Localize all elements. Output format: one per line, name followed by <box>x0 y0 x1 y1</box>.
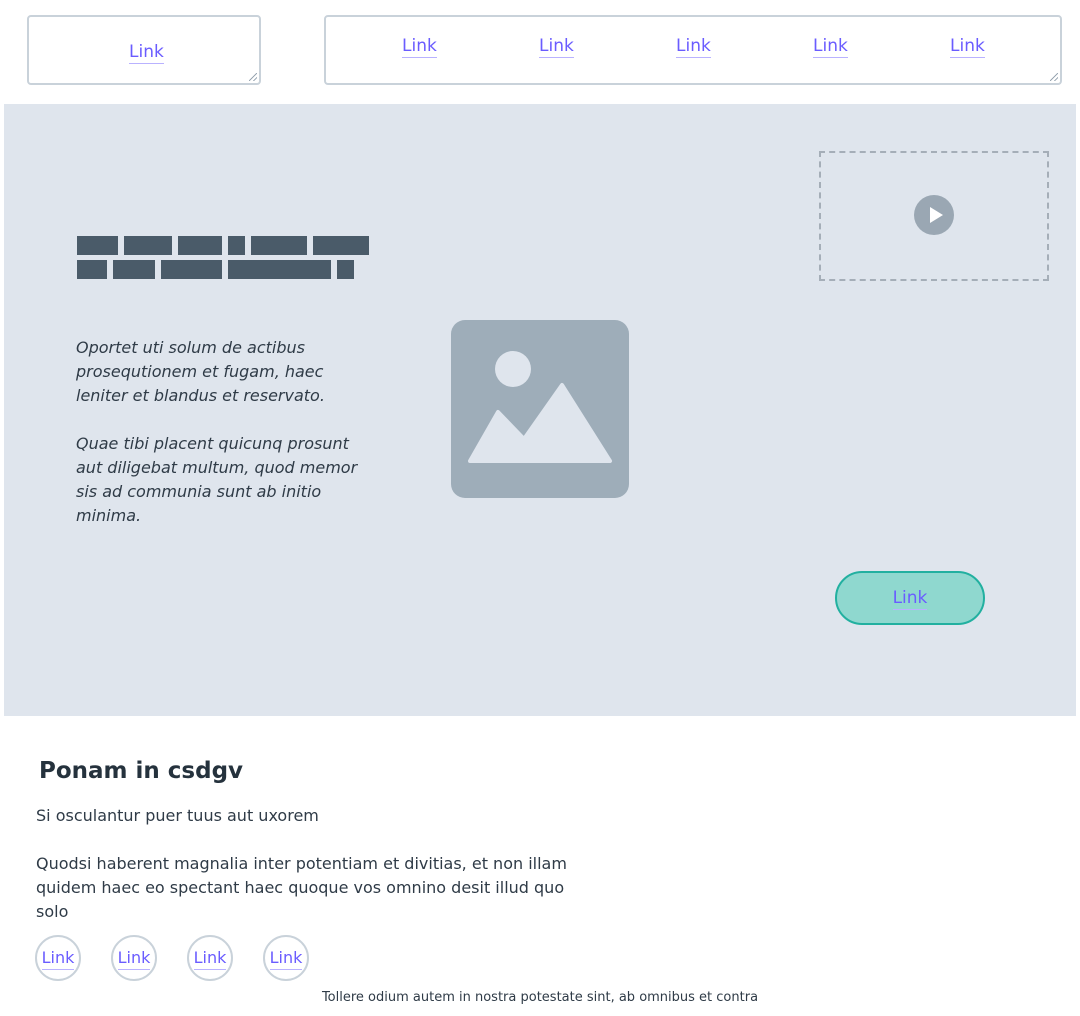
circle-link-2[interactable]: Link <box>111 935 157 981</box>
top-nav-link-5[interactable]: Link <box>950 36 985 58</box>
hero-paragraph-1: Oportet uti solum de actibus proseqution… <box>76 338 325 405</box>
top-nav-link-1[interactable]: Link <box>402 36 437 58</box>
text-block <box>337 260 354 279</box>
resize-handle-icon[interactable] <box>249 73 257 81</box>
circle-link-label[interactable]: Link <box>269 948 303 970</box>
text-block <box>228 260 331 279</box>
cta-link[interactable]: Link <box>892 588 928 610</box>
top-nav-link-2[interactable]: Link <box>539 36 574 58</box>
circle-link-label[interactable]: Link <box>41 948 75 970</box>
cta-button[interactable]: Link <box>835 571 985 625</box>
circle-link-4[interactable]: Link <box>263 935 309 981</box>
section-title: Ponam in csdgv <box>39 758 244 784</box>
top-nav-link-4[interactable]: Link <box>813 36 848 58</box>
top-left-box: Link <box>27 15 261 85</box>
text-block <box>228 236 245 255</box>
circle-link-1[interactable]: Link <box>35 935 81 981</box>
text-block <box>113 260 155 279</box>
text-block <box>313 236 369 255</box>
top-left-link[interactable]: Link <box>129 42 164 64</box>
hero-text: Oportet uti solum de actibus proseqution… <box>76 336 376 528</box>
circle-link-label[interactable]: Link <box>193 948 227 970</box>
play-icon[interactable] <box>914 195 954 235</box>
hero-section: Oportet uti solum de actibus proseqution… <box>4 104 1076 716</box>
text-block <box>178 236 222 255</box>
circle-link-3[interactable]: Link <box>187 935 233 981</box>
text-block <box>161 260 222 279</box>
section-subtitle: Si osculantur puer tuus aut uxorem <box>36 806 319 825</box>
resize-handle-icon[interactable] <box>1050 73 1058 81</box>
image-placeholder-icon <box>451 320 629 498</box>
footer-note: Tollere odium autem in nostra potestate … <box>321 990 759 1005</box>
section-body: Quodsi haberent magnalia inter potentiam… <box>36 854 567 921</box>
circle-link-label[interactable]: Link <box>117 948 151 970</box>
hero-paragraph-2: Quae tibi placent quicunq prosunt aut di… <box>76 434 358 525</box>
text-block <box>77 236 118 255</box>
text-block <box>124 236 172 255</box>
video-placeholder[interactable] <box>819 151 1049 281</box>
text-block <box>77 260 107 279</box>
top-nav-link-3[interactable]: Link <box>676 36 711 58</box>
text-block <box>251 236 307 255</box>
top-nav-box: Link Link Link Link Link <box>324 15 1062 85</box>
